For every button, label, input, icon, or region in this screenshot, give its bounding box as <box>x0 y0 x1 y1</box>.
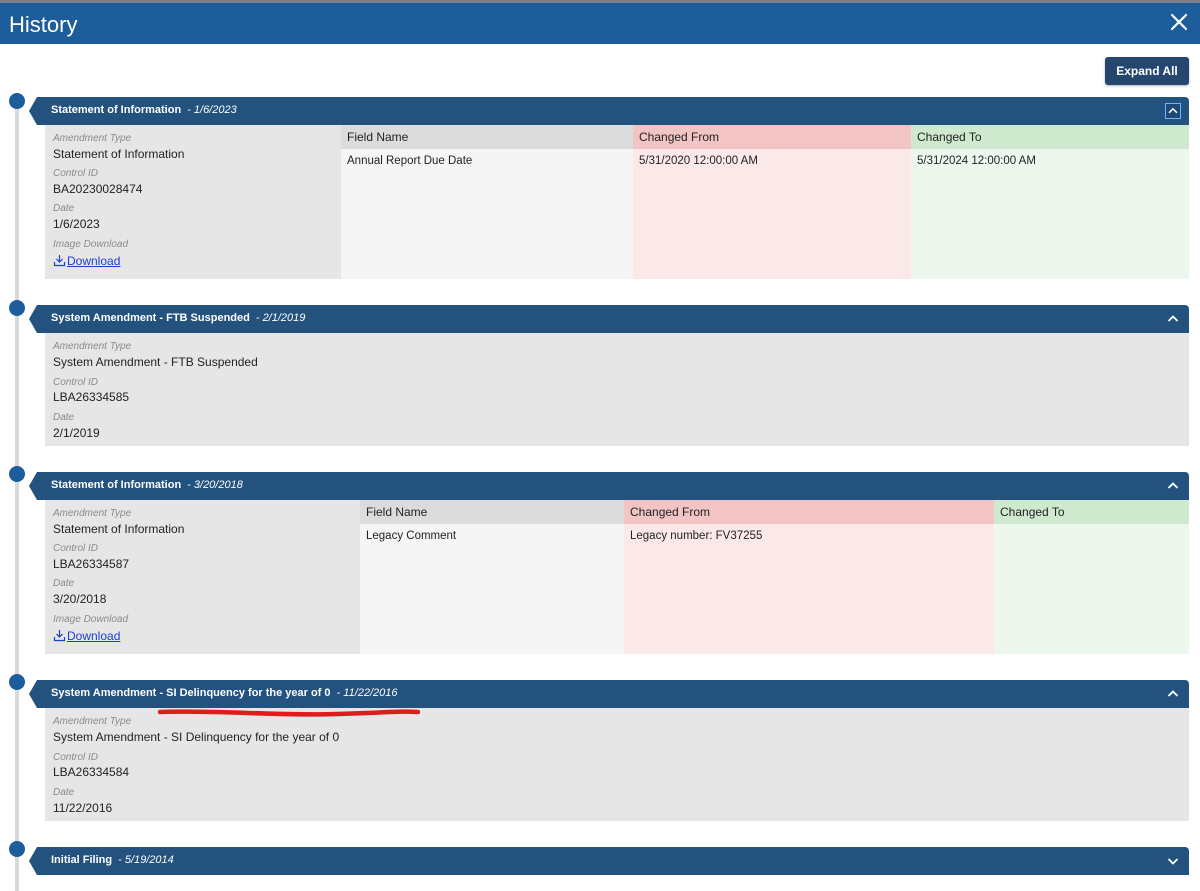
changed-to-column: Changed To <box>994 500 1189 654</box>
amendment-type-value: System Amendment - SI Delinquency for th… <box>53 730 340 744</box>
changed-to-cell: 5/31/2024 12:00:00 AM <box>917 155 1036 167</box>
timeline-dot <box>9 674 25 690</box>
download-link[interactable]: Download <box>53 629 120 643</box>
field-name-header: Field Name <box>341 125 637 149</box>
history-entry-body: Amendment Type Statement of Information … <box>45 500 1189 654</box>
date-label: Date <box>53 203 75 214</box>
control-id-label: Control ID <box>53 168 99 179</box>
changed-from-header: Changed From <box>624 500 994 524</box>
download-link[interactable]: Download <box>53 254 120 268</box>
chevron-up-icon[interactable] <box>1165 478 1181 494</box>
amendment-type-label: Amendment Type <box>53 341 132 352</box>
chevron-up-icon[interactable] <box>1165 103 1181 119</box>
download-link-label: Download <box>67 629 121 643</box>
timeline-dot <box>9 300 25 316</box>
red-underline-annotation <box>158 709 420 717</box>
entry-date: - 3/20/2018 <box>187 479 243 491</box>
field-name-column: Field Name Legacy Comment <box>360 500 626 654</box>
date-value: 11/22/2016 <box>53 801 113 815</box>
download-icon <box>53 255 66 267</box>
dialog-title-bar: History <box>0 0 1200 44</box>
control-id-value: LBA26334585 <box>53 390 130 404</box>
chevron-up-icon[interactable] <box>1165 686 1181 702</box>
changed-to-header: Changed To <box>994 500 1189 524</box>
history-entry-header[interactable]: Statement of Information - 1/6/2023 <box>29 97 1189 125</box>
entry-title: System Amendment - SI Delinquency for th… <box>51 687 331 699</box>
history-entry-body: Amendment Type Statement of Information … <box>45 125 1189 279</box>
image-download-label: Image Download <box>53 614 129 625</box>
field-name-column: Field Name Annual Report Due Date <box>341 125 637 279</box>
history-entry-body: Amendment Type System Amendment - SI Del… <box>45 708 1189 821</box>
expand-all-button[interactable]: Expand All <box>1105 57 1189 85</box>
entry-title: Statement of Information <box>51 104 182 116</box>
amendment-type-label: Amendment Type <box>53 133 132 144</box>
control-id-label: Control ID <box>53 543 99 554</box>
history-entry-header[interactable]: System Amendment - FTB Suspended - 2/1/20… <box>29 305 1189 333</box>
date-label: Date <box>53 578 75 589</box>
amendment-type-label: Amendment Type <box>53 716 132 727</box>
changed-to-cell <box>994 524 1189 536</box>
history-entry-header[interactable]: Initial Filing - 5/19/2014 <box>29 847 1189 875</box>
control-id-label: Control ID <box>53 377 99 388</box>
dialog-title: History <box>9 12 78 37</box>
changed-from-cell: Legacy number: FV37255 <box>630 530 763 542</box>
date-value: 1/6/2023 <box>53 217 100 231</box>
field-name-cell: Legacy Comment <box>366 530 457 542</box>
field-name-cell: Annual Report Due Date <box>347 155 473 167</box>
entry-date: - 2/1/2019 <box>255 312 306 324</box>
changed-from-header: Changed From <box>633 125 913 149</box>
changed-to-column: Changed To 5/31/2024 12:00:00 AM <box>911 125 1189 279</box>
changed-from-column: Changed From Legacy number: FV37255 <box>624 500 994 654</box>
history-entry-header[interactable]: System Amendment - SI Delinquency for th… <box>29 680 1189 708</box>
control-id-value: LBA26334584 <box>53 765 130 779</box>
date-label: Date <box>53 787 75 798</box>
close-icon[interactable] <box>1168 11 1190 33</box>
download-link-label: Download <box>67 254 121 268</box>
entry-title: Statement of Information <box>51 479 182 491</box>
timeline-dot <box>9 466 25 482</box>
chevron-down-icon[interactable] <box>1165 853 1181 869</box>
entry-title: Initial Filing <box>51 854 113 866</box>
amendment-type-value: Statement of Information <box>53 147 185 161</box>
entry-date: - 5/19/2014 <box>118 854 174 866</box>
control-id-value: LBA26334587 <box>53 557 130 571</box>
date-label: Date <box>53 412 75 423</box>
history-entry-body: Amendment Type System Amendment - FTB Su… <box>45 333 1189 446</box>
image-download-label: Image Download <box>53 239 129 250</box>
timeline-line <box>15 100 19 891</box>
amendment-type-label: Amendment Type <box>53 508 132 519</box>
amendment-type-value: System Amendment - FTB Suspended <box>53 355 258 369</box>
control-id-value: BA20230028474 <box>53 182 143 196</box>
amendment-type-value: Statement of Information <box>53 522 185 536</box>
chevron-up-icon[interactable] <box>1165 311 1181 327</box>
changed-from-cell: 5/31/2020 12:00:00 AM <box>639 155 758 167</box>
timeline-dot <box>9 93 25 109</box>
date-value: 3/20/2018 <box>53 592 107 606</box>
entry-date: - 1/6/2023 <box>187 104 237 116</box>
control-id-label: Control ID <box>53 752 99 763</box>
date-value: 2/1/2019 <box>53 426 100 440</box>
changed-from-column: Changed From 5/31/2020 12:00:00 AM <box>633 125 913 279</box>
field-name-header: Field Name <box>360 500 626 524</box>
timeline-dot <box>9 841 25 857</box>
changed-to-header: Changed To <box>911 125 1189 149</box>
history-entry-header[interactable]: Statement of Information - 3/20/2018 <box>29 472 1189 500</box>
entry-date: - 11/22/2016 <box>336 687 398 699</box>
download-icon <box>53 630 66 642</box>
entry-title: System Amendment - FTB Suspended <box>51 312 250 324</box>
